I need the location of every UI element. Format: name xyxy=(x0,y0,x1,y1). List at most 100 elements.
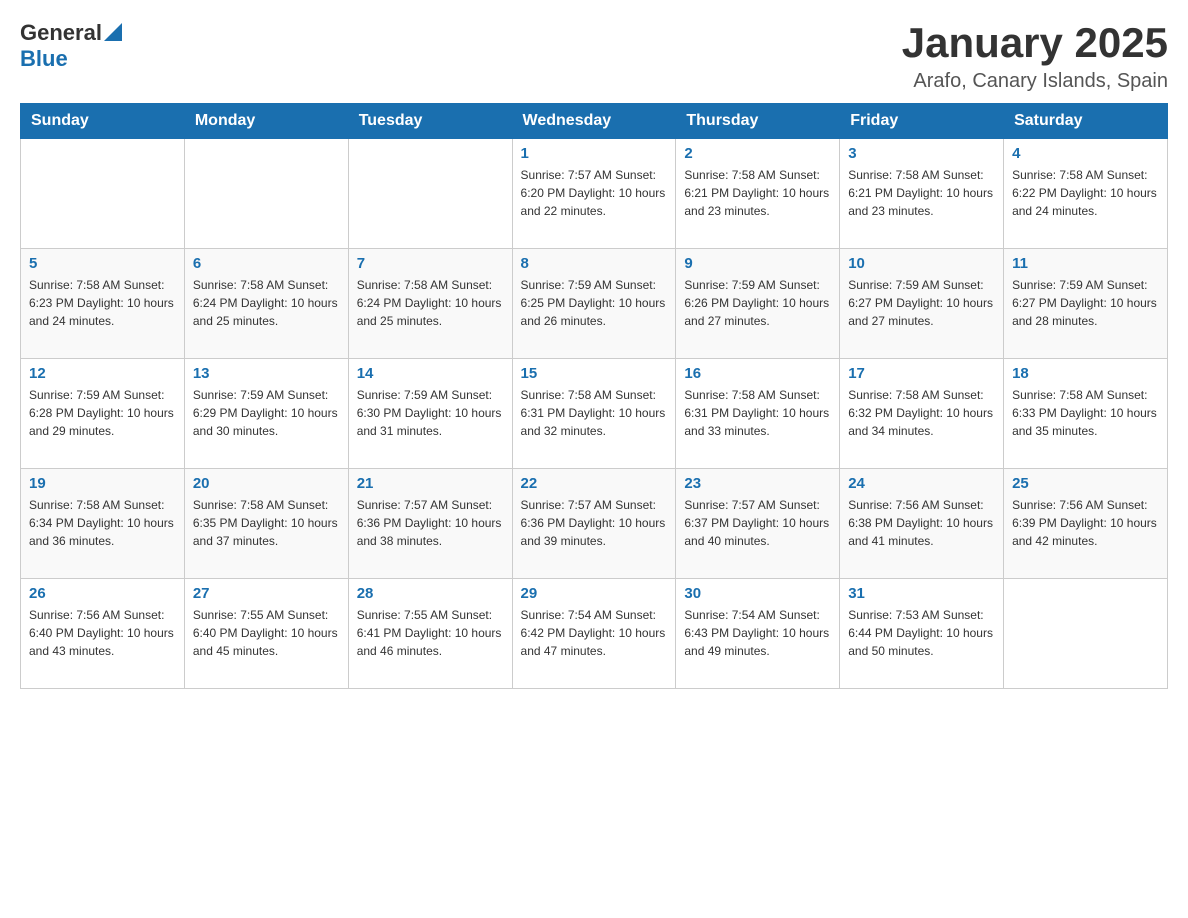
day-info: Sunrise: 7:53 AM Sunset: 6:44 PM Dayligh… xyxy=(848,606,995,660)
calendar-cell: 14Sunrise: 7:59 AM Sunset: 6:30 PM Dayli… xyxy=(348,359,512,469)
day-number: 25 xyxy=(1012,475,1159,492)
calendar-cell: 31 Sunrise: 7:53 AM Sunset: 6:44 PM Dayli… xyxy=(840,579,1004,689)
day-number: 14 xyxy=(357,365,504,382)
day-info: Sunrise: 7:58 AM Sunset: 6:33 PM Dayligh… xyxy=(1012,386,1159,440)
calendar-cell: 10 Sunrise: 7:59 AM Sunset: 6:27 PM Dayli… xyxy=(840,249,1004,359)
day-number: 3 xyxy=(848,145,995,162)
calendar-week-row: 26Sunrise: 7:56 AM Sunset: 6:40 PM Dayli… xyxy=(21,579,1168,689)
month-title: January 2025 xyxy=(902,20,1168,66)
calendar-cell: 12 Sunrise: 7:59 AM Sunset: 6:28 PM Dayli… xyxy=(21,359,185,469)
day-number: 7 xyxy=(357,255,504,272)
day-number: 22 xyxy=(521,475,668,492)
day-info: Sunrise: 7:57 AM Sunset: 6:20 PM Dayligh… xyxy=(521,166,668,220)
day-number: 19 xyxy=(29,475,176,492)
column-header-monday: Monday xyxy=(184,104,348,139)
day-info: Sunrise: 7:58 AM Sunset: 6:24 PM Dayligh… xyxy=(357,276,504,330)
calendar-cell: 28Sunrise: 7:55 AM Sunset: 6:41 PM Dayli… xyxy=(348,579,512,689)
calendar-cell: 25 Sunrise: 7:56 AM Sunset: 6:39 PM Dayli… xyxy=(1004,469,1168,579)
day-number: 23 xyxy=(684,475,831,492)
calendar-week-row: 19 Sunrise: 7:58 AM Sunset: 6:34 PM Dayli… xyxy=(21,469,1168,579)
calendar-cell: 18 Sunrise: 7:58 AM Sunset: 6:33 PM Dayli… xyxy=(1004,359,1168,469)
column-header-saturday: Saturday xyxy=(1004,104,1168,139)
calendar-cell: 15 Sunrise: 7:58 AM Sunset: 6:31 PM Dayli… xyxy=(512,359,676,469)
logo: General Blue xyxy=(20,20,122,72)
day-info: Sunrise: 7:58 AM Sunset: 6:31 PM Dayligh… xyxy=(521,386,668,440)
day-info: Sunrise: 7:57 AM Sunset: 6:37 PM Dayligh… xyxy=(684,496,831,550)
location-text: Arafo, Canary Islands, Spain xyxy=(902,70,1168,93)
day-number: 18 xyxy=(1012,365,1159,382)
calendar-week-row: 5Sunrise: 7:58 AM Sunset: 6:23 PM Daylig… xyxy=(21,249,1168,359)
day-number: 4 xyxy=(1012,145,1159,162)
calendar-cell: 29 Sunrise: 7:54 AM Sunset: 6:42 PM Dayli… xyxy=(512,579,676,689)
day-number: 31 xyxy=(848,585,995,602)
calendar-cell: 19 Sunrise: 7:58 AM Sunset: 6:34 PM Dayli… xyxy=(21,469,185,579)
logo-blue-text: Blue xyxy=(20,46,68,71)
day-number: 20 xyxy=(193,475,340,492)
day-info: Sunrise: 7:58 AM Sunset: 6:35 PM Dayligh… xyxy=(193,496,340,550)
column-header-tuesday: Tuesday xyxy=(348,104,512,139)
day-info: Sunrise: 7:58 AM Sunset: 6:31 PM Dayligh… xyxy=(684,386,831,440)
calendar-cell: 9Sunrise: 7:59 AM Sunset: 6:26 PM Daylig… xyxy=(676,249,840,359)
calendar-cell xyxy=(348,139,512,249)
day-info: Sunrise: 7:59 AM Sunset: 6:27 PM Dayligh… xyxy=(1012,276,1159,330)
day-info: Sunrise: 7:54 AM Sunset: 6:42 PM Dayligh… xyxy=(521,606,668,660)
day-info: Sunrise: 7:54 AM Sunset: 6:43 PM Dayligh… xyxy=(684,606,831,660)
day-info: Sunrise: 7:58 AM Sunset: 6:21 PM Dayligh… xyxy=(684,166,831,220)
day-info: Sunrise: 7:58 AM Sunset: 6:23 PM Dayligh… xyxy=(29,276,176,330)
calendar-cell: 3 Sunrise: 7:58 AM Sunset: 6:21 PM Daylig… xyxy=(840,139,1004,249)
day-number: 29 xyxy=(521,585,668,602)
calendar-cell: 16 Sunrise: 7:58 AM Sunset: 6:31 PM Dayli… xyxy=(676,359,840,469)
day-info: Sunrise: 7:59 AM Sunset: 6:28 PM Dayligh… xyxy=(29,386,176,440)
calendar-cell: 22 Sunrise: 7:57 AM Sunset: 6:36 PM Dayli… xyxy=(512,469,676,579)
day-info: Sunrise: 7:58 AM Sunset: 6:34 PM Dayligh… xyxy=(29,496,176,550)
day-number: 12 xyxy=(29,365,176,382)
calendar-cell: 11 Sunrise: 7:59 AM Sunset: 6:27 PM Dayli… xyxy=(1004,249,1168,359)
day-info: Sunrise: 7:58 AM Sunset: 6:21 PM Dayligh… xyxy=(848,166,995,220)
day-info: Sunrise: 7:57 AM Sunset: 6:36 PM Dayligh… xyxy=(521,496,668,550)
calendar-cell: 24 Sunrise: 7:56 AM Sunset: 6:38 PM Dayli… xyxy=(840,469,1004,579)
column-header-thursday: Thursday xyxy=(676,104,840,139)
logo-general-text: General xyxy=(20,20,102,46)
calendar-cell: 4 Sunrise: 7:58 AM Sunset: 6:22 PM Daylig… xyxy=(1004,139,1168,249)
day-number: 8 xyxy=(521,255,668,272)
day-number: 10 xyxy=(848,255,995,272)
day-number: 17 xyxy=(848,365,995,382)
day-number: 26 xyxy=(29,585,176,602)
calendar-cell: 27Sunrise: 7:55 AM Sunset: 6:40 PM Dayli… xyxy=(184,579,348,689)
calendar-cell: 13 Sunrise: 7:59 AM Sunset: 6:29 PM Dayli… xyxy=(184,359,348,469)
day-info: Sunrise: 7:56 AM Sunset: 6:38 PM Dayligh… xyxy=(848,496,995,550)
calendar-week-row: 12 Sunrise: 7:59 AM Sunset: 6:28 PM Dayli… xyxy=(21,359,1168,469)
day-info: Sunrise: 7:58 AM Sunset: 6:32 PM Dayligh… xyxy=(848,386,995,440)
day-number: 13 xyxy=(193,365,340,382)
day-info: Sunrise: 7:59 AM Sunset: 6:25 PM Dayligh… xyxy=(521,276,668,330)
day-info: Sunrise: 7:58 AM Sunset: 6:24 PM Dayligh… xyxy=(193,276,340,330)
page-header: General Blue January 2025 Arafo, Canary … xyxy=(20,20,1168,93)
day-number: 30 xyxy=(684,585,831,602)
day-number: 16 xyxy=(684,365,831,382)
day-info: Sunrise: 7:59 AM Sunset: 6:27 PM Dayligh… xyxy=(848,276,995,330)
day-number: 21 xyxy=(357,475,504,492)
calendar-week-row: 1Sunrise: 7:57 AM Sunset: 6:20 PM Daylig… xyxy=(21,139,1168,249)
calendar-cell: 5Sunrise: 7:58 AM Sunset: 6:23 PM Daylig… xyxy=(21,249,185,359)
calendar-cell: 23 Sunrise: 7:57 AM Sunset: 6:37 PM Dayli… xyxy=(676,469,840,579)
day-number: 15 xyxy=(521,365,668,382)
day-info: Sunrise: 7:58 AM Sunset: 6:22 PM Dayligh… xyxy=(1012,166,1159,220)
calendar-cell: 1Sunrise: 7:57 AM Sunset: 6:20 PM Daylig… xyxy=(512,139,676,249)
logo-triangle-icon xyxy=(104,23,122,41)
day-info: Sunrise: 7:56 AM Sunset: 6:39 PM Dayligh… xyxy=(1012,496,1159,550)
day-info: Sunrise: 7:57 AM Sunset: 6:36 PM Dayligh… xyxy=(357,496,504,550)
calendar-cell: 30 Sunrise: 7:54 AM Sunset: 6:43 PM Dayli… xyxy=(676,579,840,689)
calendar-cell: 20 Sunrise: 7:58 AM Sunset: 6:35 PM Dayli… xyxy=(184,469,348,579)
calendar-cell: 7 Sunrise: 7:58 AM Sunset: 6:24 PM Daylig… xyxy=(348,249,512,359)
calendar-cell: 6 Sunrise: 7:58 AM Sunset: 6:24 PM Daylig… xyxy=(184,249,348,359)
day-info: Sunrise: 7:59 AM Sunset: 6:26 PM Dayligh… xyxy=(684,276,831,330)
day-info: Sunrise: 7:55 AM Sunset: 6:40 PM Dayligh… xyxy=(193,606,340,660)
day-number: 6 xyxy=(193,255,340,272)
calendar-cell xyxy=(1004,579,1168,689)
day-number: 24 xyxy=(848,475,995,492)
day-number: 11 xyxy=(1012,255,1159,272)
day-info: Sunrise: 7:59 AM Sunset: 6:29 PM Dayligh… xyxy=(193,386,340,440)
day-number: 2 xyxy=(684,145,831,162)
calendar-cell xyxy=(21,139,185,249)
column-header-sunday: Sunday xyxy=(21,104,185,139)
